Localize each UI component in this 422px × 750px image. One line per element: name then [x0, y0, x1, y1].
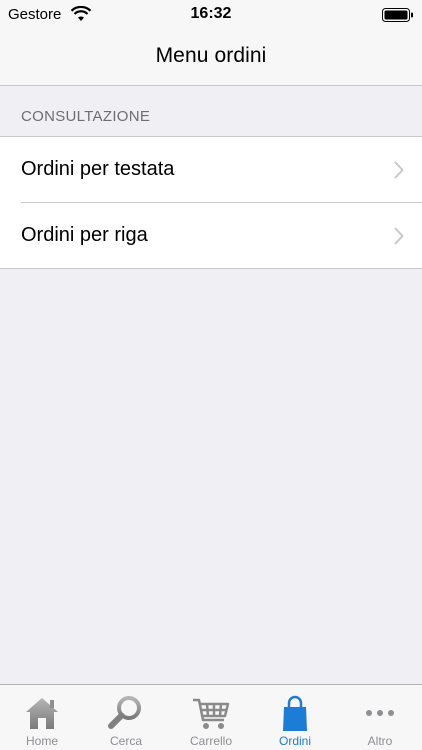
menu-item-orders-by-header[interactable]: Ordini per testata	[0, 137, 422, 203]
battery-icon	[382, 8, 413, 22]
tab-home[interactable]: Home	[0, 685, 84, 750]
chevron-right-icon	[394, 227, 404, 245]
menu-item-orders-by-line[interactable]: Ordini per riga	[0, 203, 422, 269]
search-icon	[108, 696, 141, 729]
tab-cart[interactable]: Carrello	[169, 685, 253, 750]
status-bar: Gestore 16:32	[0, 0, 422, 28]
cart-icon	[193, 698, 230, 729]
home-icon	[26, 698, 58, 729]
tab-label: Ordini	[278, 734, 311, 748]
tab-label: Cerca	[109, 734, 142, 748]
menu-item-label: Ordini per testata	[21, 158, 175, 180]
tab-bar: Home Cerca Carrello Ordini Altro	[0, 684, 422, 750]
tab-orders[interactable]: Ordini	[253, 685, 337, 750]
menu-list: Ordini per testata Ordini per riga	[0, 136, 422, 269]
shopping-bag-icon	[283, 695, 307, 731]
chevron-right-icon	[394, 161, 404, 179]
menu-item-label: Ordini per riga	[21, 224, 148, 246]
tab-search[interactable]: Cerca	[84, 685, 168, 750]
tab-more[interactable]: Altro	[338, 685, 422, 750]
section-header: CONSULTAZIONE	[21, 108, 151, 125]
tab-label: Carrello	[189, 734, 232, 748]
tab-label: Home	[25, 734, 58, 748]
tab-label: Altro	[367, 734, 393, 748]
more-icon	[366, 710, 394, 716]
page-title: Menu ordini	[155, 44, 267, 67]
navigation-bar: Menu ordini	[0, 28, 422, 86]
status-time: 16:32	[190, 5, 232, 22]
